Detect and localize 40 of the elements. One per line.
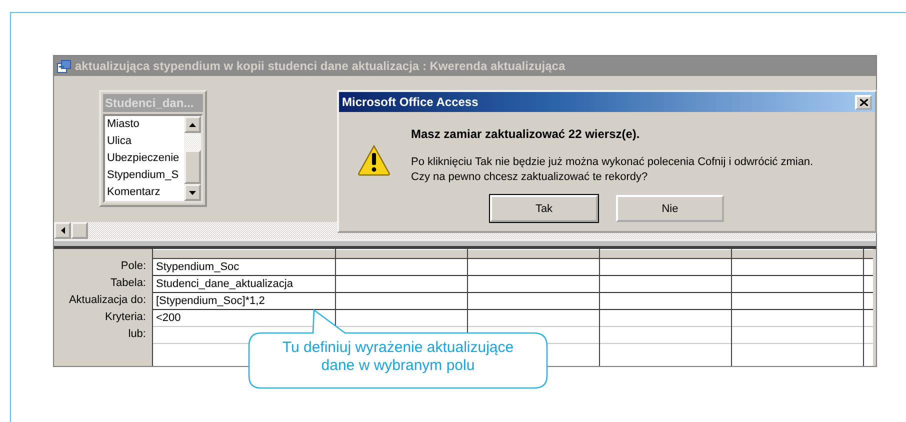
field-name[interactable]: Stypendium_S [105, 167, 183, 184]
row-label: Aktualizacja do: [68, 293, 147, 308]
scroll-thumb[interactable] [184, 150, 201, 184]
row-label: Tabela: [110, 276, 147, 291]
column-selector[interactable] [468, 249, 599, 259]
warning-icon [357, 144, 391, 176]
grid-cell[interactable]: Studenci_dane_aktualizacja [153, 276, 335, 293]
row-label: Kryteria: [104, 310, 147, 325]
dialog-title: Microsoft Office Access [342, 95, 478, 109]
column-selector[interactable] [732, 249, 863, 259]
grid-cell[interactable]: Stypendium_Soc [153, 259, 335, 276]
field-name[interactable]: Miasto [105, 116, 183, 133]
column-selector[interactable] [864, 249, 873, 259]
scroll-up-button[interactable] [184, 116, 201, 133]
left-arrow-icon [60, 227, 64, 234]
dialog-button[interactable]: Tak [490, 195, 598, 222]
column-selector[interactable] [600, 249, 731, 259]
up-arrow-icon [189, 122, 196, 126]
window-title: aktualizująca stypendium w kopii studenci dane aktualizacja : Kwerenda aktualizująca [75, 59, 566, 73]
scroll-thumb[interactable] [71, 222, 88, 239]
column-selector[interactable] [153, 249, 335, 259]
dialog-heading: Masz zamiar zaktualizować 22 wiersz(e). [411, 127, 641, 141]
field-list-title: Studenci_dan... [103, 94, 203, 112]
down-arrow-icon [189, 190, 196, 194]
close-button[interactable] [855, 94, 872, 110]
field-name[interactable]: Komentarz [105, 184, 183, 201]
callout-tooltip-text: Tu definiuj wyrażenie aktualizujące dane w wybranym polu [281, 339, 515, 375]
scroll-down-button[interactable] [184, 184, 201, 201]
field-name[interactable]: Ulica [105, 133, 183, 150]
dialog-button[interactable]: Nie [616, 195, 724, 222]
close-icon [860, 98, 868, 106]
vertical-scrollbar[interactable] [184, 116, 201, 201]
pane-splitter[interactable] [54, 239, 876, 249]
dialog-message: Po kliknięciu Tak nie będzie już można wykonać polecenia Cofnij i odwrócić zmian. Czy na pewno chcesz zaktualizować te rekordy? [411, 155, 814, 185]
query-icon [57, 60, 71, 72]
row-label: lub: [127, 327, 147, 342]
column-selector[interactable] [336, 249, 467, 259]
field-name[interactable]: Ubezpieczenie [105, 150, 183, 167]
scroll-left-button[interactable] [54, 222, 71, 239]
row-label: Pole: [120, 259, 147, 274]
